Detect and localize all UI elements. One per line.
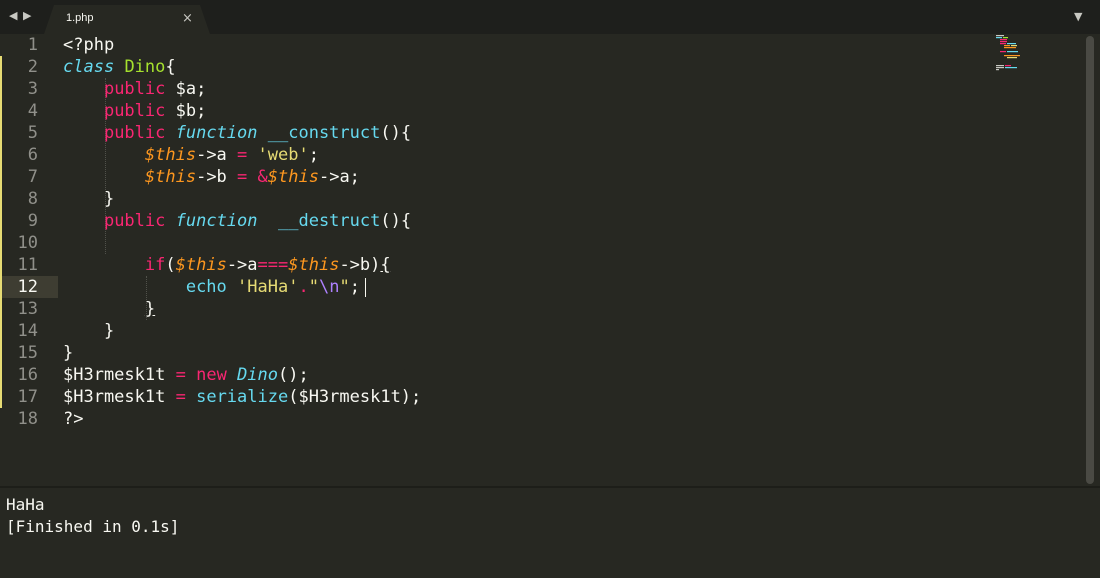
- output-line: [Finished in 0.1s]: [6, 517, 180, 536]
- chevron-down-icon[interactable]: ▼: [1074, 10, 1082, 23]
- line-number: 7: [27, 167, 38, 187]
- line-number: 13: [17, 299, 38, 319]
- code-line: $this->b = &$this->a;: [144, 167, 360, 187]
- code-line: }: [63, 343, 74, 363]
- close-icon[interactable]: ×: [182, 11, 193, 26]
- title-bar: ◀ ▶ 1.php × ▼: [0, 0, 1100, 34]
- line-number: 5: [27, 123, 38, 143]
- output-line: HaHa: [6, 495, 45, 514]
- code-line: if($this->a===$this->b){: [144, 255, 391, 275]
- line-number: 8: [27, 189, 38, 209]
- text-cursor: [365, 278, 366, 297]
- line-number: 6: [27, 145, 38, 165]
- code-line: public function __construct(){: [103, 123, 412, 143]
- line-number: 10: [17, 233, 38, 253]
- scrollbar-thumb[interactable]: [1086, 36, 1094, 484]
- line-number: 3: [27, 79, 38, 99]
- line-number: 16: [17, 365, 38, 385]
- tab-title: 1.php: [66, 12, 94, 24]
- nav-forward-icon[interactable]: ▶: [23, 9, 31, 22]
- code-line: echo 'HaHa'."\n";: [185, 277, 360, 297]
- code-line: $H3rmesk1t = serialize($H3rmesk1t);: [63, 387, 422, 407]
- line-number: 18: [17, 409, 38, 429]
- code-editor[interactable]: 1 2 3 4 5 6 7 8 9 10 11 12 13 14 15 16 1…: [0, 34, 1100, 486]
- code-line: public $a;: [103, 79, 207, 99]
- line-number-current: 12: [17, 277, 38, 297]
- line-number: 4: [27, 101, 38, 121]
- nav-back-icon[interactable]: ◀: [9, 9, 17, 22]
- line-number: 2: [27, 57, 38, 77]
- line-gutter: 1 2 3 4 5 6 7 8 9 10 11 12 13 14 15 16 1…: [0, 34, 58, 486]
- line-number: 14: [17, 321, 38, 341]
- code-line: }: [63, 321, 115, 341]
- code-line: class Dino{: [63, 57, 176, 77]
- build-output-panel[interactable]: HaHa [Finished in 0.1s]: [0, 486, 1100, 578]
- code-line: }: [63, 189, 115, 209]
- tab-file[interactable]: 1.php ×: [44, 5, 210, 34]
- minimap[interactable]: [994, 34, 1034, 74]
- line-number: 11: [17, 255, 38, 275]
- code-line: }: [144, 299, 156, 319]
- line-number: 17: [17, 387, 38, 407]
- code-line: public $b;: [103, 101, 207, 121]
- code-line: <?php: [63, 35, 115, 55]
- line-number: 1: [27, 35, 38, 55]
- code-line: public function __destruct(){: [103, 211, 412, 231]
- line-number: 9: [27, 211, 38, 231]
- code-line: $H3rmesk1t = new Dino();: [63, 365, 309, 385]
- line-number: 15: [17, 343, 38, 363]
- code-line: ?>: [63, 409, 84, 429]
- vertical-scrollbar[interactable]: [1086, 36, 1094, 484]
- code-line: $this->a = 'web';: [144, 145, 319, 165]
